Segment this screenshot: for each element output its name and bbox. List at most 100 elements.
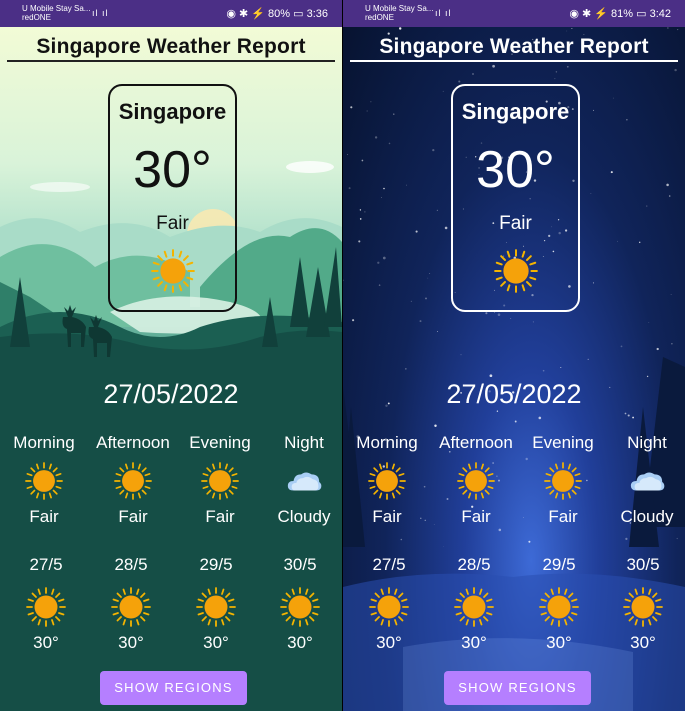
current-temperature: 30° (476, 141, 555, 199)
period-forecast: Morning Fair Afternoon Fair Evening Fair… (0, 433, 342, 533)
sun-icon (367, 462, 407, 500)
period-evening: Evening Fair (519, 433, 607, 527)
phone-screen-day: U Mobile Stay Sa... redONE ıl ıl ◉ ✱ ⚡ 8… (0, 0, 342, 711)
day-forecast-item: 27/5 30° (349, 555, 429, 653)
current-condition: Fair (156, 213, 189, 234)
sun-icon (151, 249, 195, 293)
show-regions-button[interactable]: SHOW REGIONS (100, 671, 247, 705)
carrier-secondary: redONE (22, 13, 51, 22)
day-forecast-item: 27/5 30° (6, 555, 86, 653)
forecast-date: 27/05/2022 (103, 379, 239, 409)
forecast-date: 27/05/2022 (446, 379, 582, 409)
day-forecast-item: 30/5 30° (603, 555, 683, 653)
sun-icon (494, 249, 538, 293)
period-condition: Cloudy (620, 507, 674, 526)
period-condition: Fair (548, 507, 578, 526)
page-title: Singapore Weather Report (36, 35, 306, 58)
day-temperature: 30° (33, 633, 59, 652)
day-temperature: 30° (203, 633, 229, 652)
sun-icon (24, 462, 64, 500)
period-condition: Fair (29, 507, 59, 526)
show-regions-button[interactable]: SHOW REGIONS (444, 671, 591, 705)
status-indicators: ◉ ✱ ⚡ 81% ▭ 3:42 (569, 8, 671, 20)
carrier-primary: U Mobile Stay Sa... (365, 4, 434, 13)
period-afternoon: Afternoon Fair (89, 433, 177, 527)
sun-icon (539, 587, 579, 627)
sun-icon (196, 587, 236, 627)
status-bar: U Mobile Stay Sa... redONE ıl ıl ◉ ✱ ⚡ 8… (343, 0, 685, 27)
period-label: Evening (532, 433, 594, 452)
period-condition: Cloudy (277, 507, 331, 526)
day-temperature: 30° (546, 633, 572, 652)
carrier-primary: U Mobile Stay Sa... (22, 4, 91, 13)
sun-icon (280, 587, 320, 627)
city-name: Singapore (461, 99, 570, 124)
period-evening: Evening Fair (176, 433, 264, 527)
period-condition: Fair (118, 507, 148, 526)
current-weather-card: Singapore 30° Fair (108, 84, 237, 312)
day-temperature: 30° (461, 633, 487, 652)
title-divider (350, 60, 678, 62)
sun-icon (456, 462, 496, 500)
period-condition: Fair (205, 507, 235, 526)
period-forecast: Morning Fair Afternoon Fair Evening Fair… (343, 433, 685, 533)
day-forecast-item: 28/5 30° (434, 555, 514, 653)
day-date: 28/5 (114, 555, 148, 574)
signal-icon: ıl ıl (92, 8, 109, 18)
status-bar: U Mobile Stay Sa... redONE ıl ıl ◉ ✱ ⚡ 8… (0, 0, 342, 27)
day-date: 27/5 (372, 555, 406, 574)
current-temperature: 30° (133, 141, 212, 199)
signal-icon: ıl ıl (435, 8, 452, 18)
carrier-info: U Mobile Stay Sa... redONE (365, 4, 433, 22)
day-temperature: 30° (118, 633, 144, 652)
day-date: 29/5 (199, 555, 233, 574)
day-date: 27/5 (29, 555, 63, 574)
page-title: Singapore Weather Report (379, 35, 649, 58)
daily-forecast: 27/5 30° 28/5 30° 29/5 30° 30/5 30° (0, 555, 342, 655)
carrier-info: U Mobile Stay Sa... redONE (22, 4, 90, 22)
period-night: Night Cloudy (603, 433, 685, 527)
sun-icon (543, 462, 583, 500)
period-label: Morning (13, 433, 75, 452)
day-forecast-item: 30/5 30° (260, 555, 340, 653)
city-name: Singapore (118, 99, 227, 124)
sun-icon (623, 587, 663, 627)
day-temperature: 30° (287, 633, 313, 652)
period-afternoon: Afternoon Fair (432, 433, 520, 527)
period-label: Afternoon (96, 433, 170, 452)
title-divider (7, 60, 335, 62)
cloud-icon (284, 462, 324, 500)
day-forecast-item: 29/5 30° (519, 555, 599, 653)
day-date: 30/5 (283, 555, 317, 574)
period-condition: Fair (461, 507, 491, 526)
day-temperature: 30° (376, 633, 402, 652)
period-label: Evening (189, 433, 251, 452)
cloud-icon (627, 462, 667, 500)
period-label: Afternoon (439, 433, 513, 452)
period-morning: Morning Fair (0, 433, 88, 527)
period-label: Night (627, 433, 667, 452)
current-condition: Fair (499, 213, 532, 234)
day-date: 28/5 (457, 555, 491, 574)
day-forecast-item: 29/5 30° (176, 555, 256, 653)
period-condition: Fair (372, 507, 402, 526)
sun-icon (111, 587, 151, 627)
carrier-secondary: redONE (365, 13, 394, 22)
daily-forecast: 27/5 30° 28/5 30° 29/5 30° 30/5 30° (343, 555, 685, 655)
day-date: 29/5 (542, 555, 576, 574)
day-forecast-item: 28/5 30° (91, 555, 171, 653)
sun-icon (113, 462, 153, 500)
period-label: Night (284, 433, 324, 452)
period-label: Morning (356, 433, 418, 452)
sun-icon (454, 587, 494, 627)
day-temperature: 30° (630, 633, 656, 652)
period-night: Night Cloudy (260, 433, 342, 527)
sun-icon (369, 587, 409, 627)
current-weather-card: Singapore 30° Fair (451, 84, 580, 312)
sun-icon (200, 462, 240, 500)
sun-icon (26, 587, 66, 627)
status-indicators: ◉ ✱ ⚡ 80% ▭ 3:36 (226, 8, 328, 20)
day-date: 30/5 (626, 555, 660, 574)
period-morning: Morning Fair (343, 433, 431, 527)
phone-screen-night: U Mobile Stay Sa... redONE ıl ıl ◉ ✱ ⚡ 8… (343, 0, 685, 711)
